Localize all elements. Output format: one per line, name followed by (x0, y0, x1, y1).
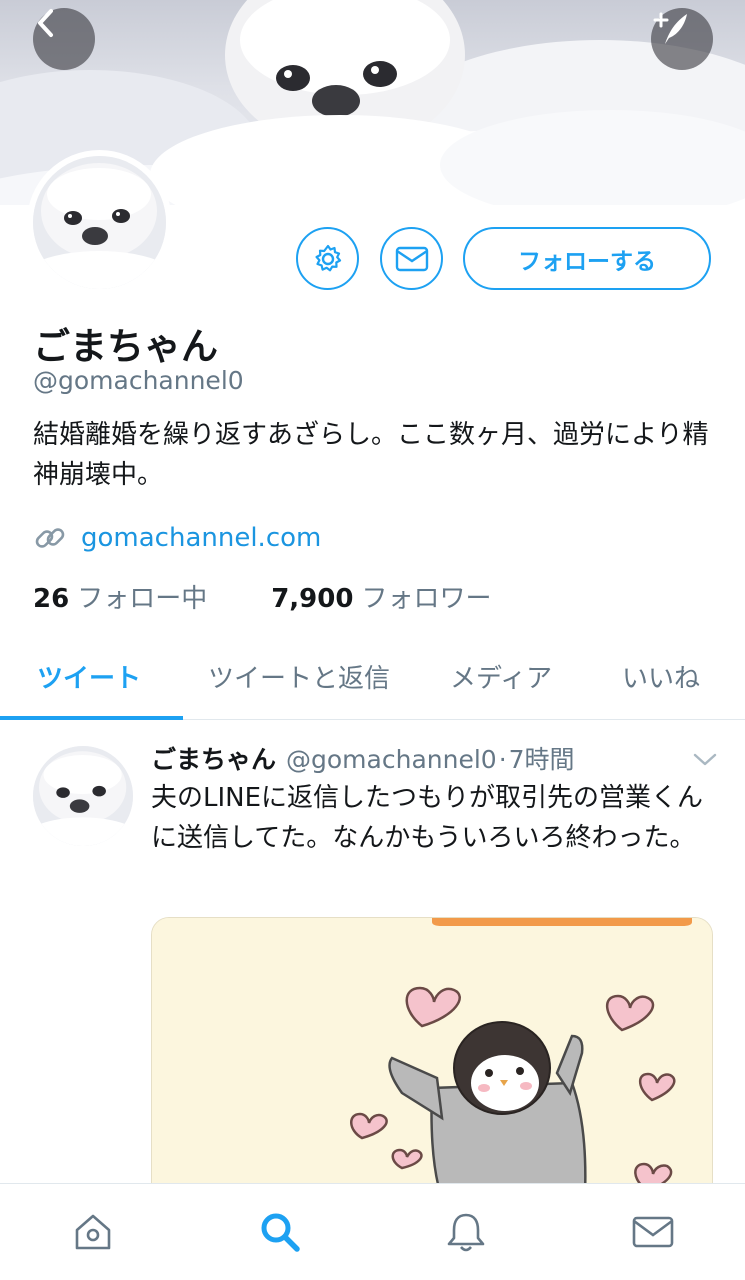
penguin-illustration-image (152, 918, 712, 1216)
search-icon[interactable] (258, 1210, 302, 1254)
home-icon[interactable] (71, 1210, 115, 1254)
avatar-seal-image (33, 156, 166, 289)
tweet-text: 夫のLINEに返信したつもりが取引先の営業くんに送信してた。なんかもういろいろ終… (151, 783, 704, 853)
profile-handle: @gomachannel0 (33, 366, 244, 395)
tweet-separator: · (498, 745, 507, 774)
tweet-header: ごまちゃん @gomachannel0 · 7時間 (151, 740, 575, 776)
messages-icon[interactable] (631, 1210, 675, 1254)
tweet-timestamp: 7時間 (508, 745, 575, 774)
followers-count: 7,900 (271, 584, 354, 614)
direct-message-button[interactable] (380, 227, 443, 290)
profile-link[interactable]: gomachannel.com (33, 518, 321, 558)
tweet-avatar-seal-image (33, 746, 133, 846)
tab-tweets-and-replies[interactable]: ツイートと返信 (208, 658, 390, 695)
follow-button[interactable]: フォローする (463, 227, 711, 290)
tweet-avatar[interactable] (33, 746, 133, 846)
profile-display-name: ごまちゃん (33, 325, 218, 368)
settings-button[interactable] (296, 227, 359, 290)
active-tab-indicator (0, 716, 183, 720)
profile-avatar[interactable] (27, 150, 172, 295)
compose-tweet-button[interactable] (651, 8, 713, 70)
following-label: フォロー中 (77, 584, 208, 614)
notifications-icon[interactable] (444, 1210, 488, 1254)
tab-tweets[interactable]: ツイート (37, 658, 141, 695)
compose-tweet-icon (653, 12, 687, 44)
followers-stat[interactable]: 7,900 フォロワー (271, 578, 491, 615)
profile-tabs: ツイート ツイートと返信 メディア いいね (0, 640, 745, 720)
chevron-down-icon[interactable] (692, 752, 718, 768)
profile-link-text[interactable]: gomachannel.com (81, 523, 321, 553)
tweet-media[interactable] (151, 917, 713, 1217)
gear-icon (315, 244, 341, 271)
chevron-left-icon (38, 9, 53, 37)
followers-label: フォロワー (361, 584, 492, 614)
back-button[interactable] (33, 8, 95, 70)
tweet-author-name[interactable]: ごまちゃん (151, 740, 276, 776)
following-stat[interactable]: 26 フォロー中 (33, 578, 207, 615)
link-icon (35, 528, 65, 548)
envelope-icon (395, 246, 428, 271)
profile-bio: 結婚離婚を繰り返すあざらし。ここ数ヶ月、過労により精神崩壊中。 (33, 420, 709, 490)
tab-media[interactable]: メディア (450, 658, 552, 695)
profile-stats: 26 フォロー中 7,900 フォロワー (33, 578, 491, 615)
tab-likes[interactable]: いいね (622, 658, 700, 695)
tweet-author-handle[interactable]: @gomachannel0 (286, 745, 497, 774)
following-count: 26 (33, 584, 70, 614)
bottom-navigation (0, 1183, 745, 1280)
